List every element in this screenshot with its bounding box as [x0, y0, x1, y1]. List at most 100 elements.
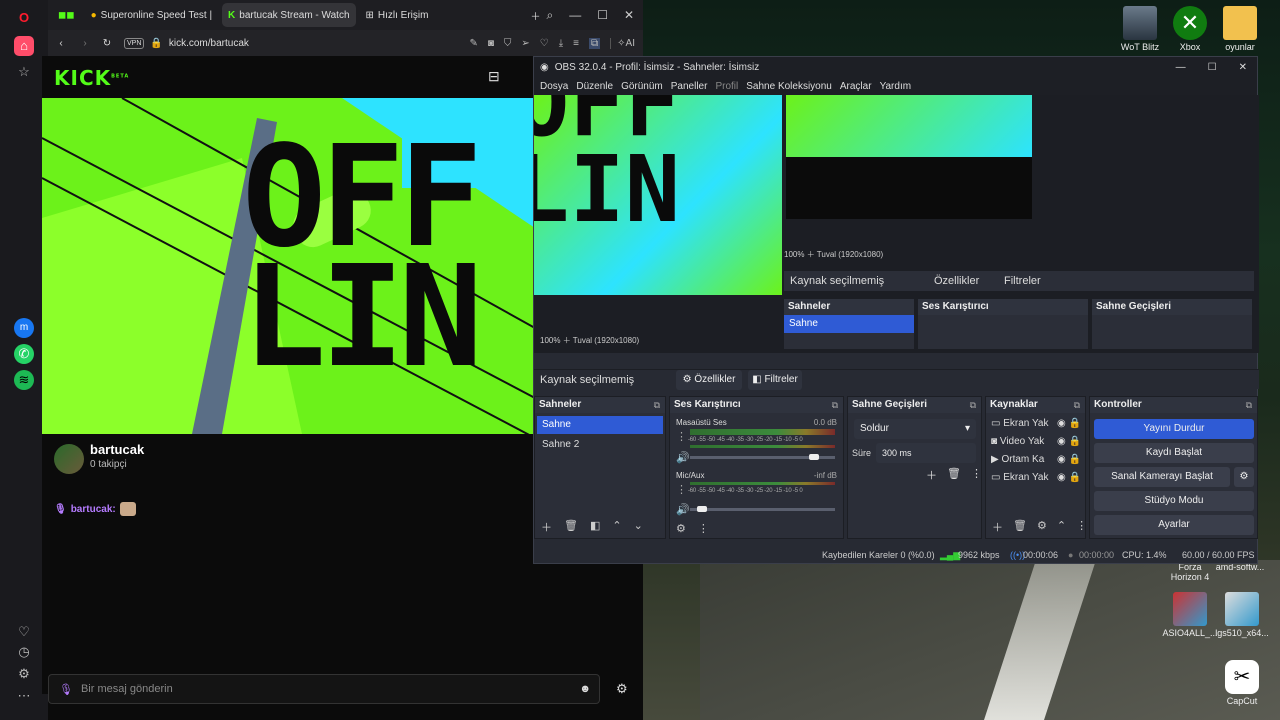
menu-duzenle[interactable]: Düzenle	[576, 81, 613, 92]
undock-icon[interactable]: ⧉	[1074, 397, 1080, 413]
obs-close-icon[interactable]: ✕	[1239, 62, 1247, 73]
remove-scene-icon[interactable]: 🗑	[564, 519, 578, 535]
duration-field[interactable]: 300 ms	[876, 443, 976, 463]
minimize-icon[interactable]: —	[569, 8, 581, 23]
transition-menu-icon[interactable]: ⋮	[971, 467, 982, 483]
move-down-icon[interactable]: ⌄	[634, 519, 643, 535]
tab-speed-dial[interactable]: ⊞ Hızlı Erişim	[360, 3, 435, 27]
source-item[interactable]: ▶ Ortam Ka ◉ 🔒	[986, 451, 1085, 469]
source-item[interactable]: ▭ Ekran Yak ◉ 🔒	[986, 469, 1085, 487]
visibility-eye-icon[interactable]: ◉ 🔒	[1057, 415, 1081, 433]
kick-logo[interactable]: KICKBETA	[54, 66, 129, 90]
volume-icon[interactable]: 🔊	[676, 503, 690, 516]
track-menu-icon[interactable]: ⋮	[676, 483, 687, 496]
more-icon[interactable]: ⋯	[14, 686, 34, 706]
start-recording-button[interactable]: Kaydı Başlat	[1094, 443, 1254, 463]
properties-button[interactable]: ⚙ Özellikler	[676, 370, 742, 390]
star-icon[interactable]: ☆	[14, 62, 34, 82]
heart-icon[interactable]: ♡	[14, 622, 34, 642]
forward-icon[interactable]: ›	[74, 38, 96, 49]
search-tabs-icon[interactable]: ⌕	[546, 8, 553, 23]
remove-transition-icon[interactable]: 🗑	[947, 467, 961, 483]
browse-icon[interactable]: ⊟	[488, 68, 500, 85]
home-icon[interactable]: ⌂	[14, 36, 34, 56]
tab-speedtest[interactable]: ● Superonline Speed Test |	[85, 3, 218, 27]
undock-icon[interactable]: ⧉	[654, 397, 660, 413]
move-up-icon[interactable]: ⌃	[612, 519, 621, 535]
menu-profil[interactable]: Profil	[715, 81, 738, 92]
visibility-eye-icon[interactable]: ◉ 🔒	[1057, 469, 1081, 487]
reload-icon[interactable]: ↻	[96, 38, 118, 49]
menu-paneller[interactable]: Paneller	[671, 81, 708, 92]
whatsapp-icon[interactable]: ✆	[14, 344, 34, 364]
avatar[interactable]	[54, 444, 84, 474]
source-settings-icon[interactable]: ⚙	[1037, 519, 1047, 535]
chat-input[interactable]: 🎙 Bir mesaj gönderin ☻	[48, 674, 600, 704]
download-icon[interactable]: ⤓	[559, 38, 563, 49]
channel-name[interactable]: bartucak	[90, 442, 144, 457]
undock-icon[interactable]: ⧉	[1246, 397, 1252, 413]
obs-maximize-icon[interactable]: ☐	[1208, 62, 1217, 73]
menu-gorunum[interactable]: Görünüm	[621, 81, 663, 92]
volume-knob-mic[interactable]	[696, 506, 707, 512]
send-icon[interactable]: ➢	[521, 38, 529, 49]
extension-icon[interactable]: ⧉	[589, 37, 601, 49]
tab-workspaces[interactable]: ◼◼	[52, 3, 81, 27]
undock-icon[interactable]: ⧉	[832, 397, 838, 413]
vpn-badge[interactable]: VPN	[124, 37, 145, 49]
shield-icon[interactable]: ⛉	[504, 38, 512, 49]
stop-stream-button[interactable]: Yayını Durdur	[1094, 419, 1254, 439]
mixer-menu-icon[interactable]: ⋮	[698, 522, 709, 535]
visibility-eye-icon[interactable]: ◉ 🔒	[1057, 451, 1081, 469]
settings-gear-icon[interactable]: ⚙	[14, 664, 34, 684]
audio-settings-icon[interactable]: ⚙	[676, 522, 686, 535]
obs-minimize-icon[interactable]: —	[1176, 62, 1186, 73]
desktop-icon-oyunlar[interactable]: oyunlar	[1210, 6, 1270, 52]
add-source-icon[interactable]: ＋	[992, 519, 1003, 535]
add-transition-icon[interactable]: ＋	[926, 467, 937, 483]
volume-slider-mic[interactable]	[690, 508, 835, 511]
messenger-icon[interactable]: m	[14, 318, 34, 338]
ai-button[interactable]: ✧AI	[610, 37, 635, 49]
settings-button[interactable]: Ayarlar	[1094, 515, 1254, 535]
camera-icon[interactable]: ◙	[488, 38, 494, 49]
desktop-icon-capcut[interactable]: ✂ CapCut	[1212, 660, 1272, 706]
heart-outline-icon[interactable]: ♡	[540, 38, 549, 49]
desktop-icon-asio[interactable]: ASIO4ALL_...	[1160, 592, 1220, 638]
desktop-icon-lgs[interactable]: lgs510_x64...	[1212, 592, 1272, 638]
chat-settings-icon[interactable]: ⚙	[616, 681, 628, 697]
obs-preview[interactable]: OFF LIN 100% ＋ Tuval (1920x1080) Kaynak …	[534, 95, 1259, 353]
menu-sahne-koleksiyonu[interactable]: Sahne Koleksiyonu	[746, 81, 832, 92]
source-item[interactable]: ▭ Ekran Yak ◉ 🔒	[986, 415, 1085, 433]
scene-item-sahne-2[interactable]: Sahne 2	[537, 436, 663, 454]
start-virtual-camera-button[interactable]: Sanal Kamerayı Başlat	[1094, 467, 1230, 487]
menu-yardim[interactable]: Yardım	[880, 81, 912, 92]
emoji-icon[interactable]: ☻	[579, 683, 591, 695]
volume-icon[interactable]: 🔊	[676, 451, 690, 464]
source-up-icon[interactable]: ⌃	[1057, 519, 1066, 535]
back-icon[interactable]: ‹	[48, 38, 74, 49]
tab-kick-stream[interactable]: Kbartucak Stream - Watch	[222, 3, 356, 27]
source-menu-icon[interactable]: ⋮	[1076, 519, 1087, 535]
studio-mode-button[interactable]: Stüdyo Modu	[1094, 491, 1254, 511]
remove-source-icon[interactable]: 🗑	[1013, 519, 1027, 535]
menu-araclar[interactable]: Araçlar	[840, 81, 872, 92]
new-tab-button[interactable]: ＋	[524, 3, 546, 27]
undock-icon[interactable]: ⧉	[970, 397, 976, 413]
menu-dosya[interactable]: Dosya	[540, 81, 568, 92]
history-icon[interactable]: ◷	[14, 642, 34, 662]
scene-filter-icon[interactable]: ◧	[590, 519, 600, 535]
maximize-icon[interactable]: ☐	[597, 8, 608, 23]
add-scene-icon[interactable]: ＋	[541, 519, 552, 535]
source-item[interactable]: ◙ Video Yak ◉ 🔒	[986, 433, 1085, 451]
spotify-icon[interactable]: ≋	[14, 370, 34, 390]
menu-icon[interactable]: ≡	[573, 38, 579, 49]
visibility-eye-icon[interactable]: ◉ 🔒	[1057, 433, 1081, 451]
scene-item-sahne[interactable]: Sahne	[537, 416, 663, 434]
close-icon[interactable]: ✕	[624, 8, 634, 23]
transition-select[interactable]: Soldur ▾	[854, 419, 976, 439]
volume-knob-desktop[interactable]	[808, 454, 819, 460]
filters-button[interactable]: ◧ Filtreler	[748, 370, 802, 390]
opera-logo-icon[interactable]: O	[14, 8, 34, 28]
virtual-camera-settings-icon[interactable]: ⚙	[1234, 467, 1254, 487]
